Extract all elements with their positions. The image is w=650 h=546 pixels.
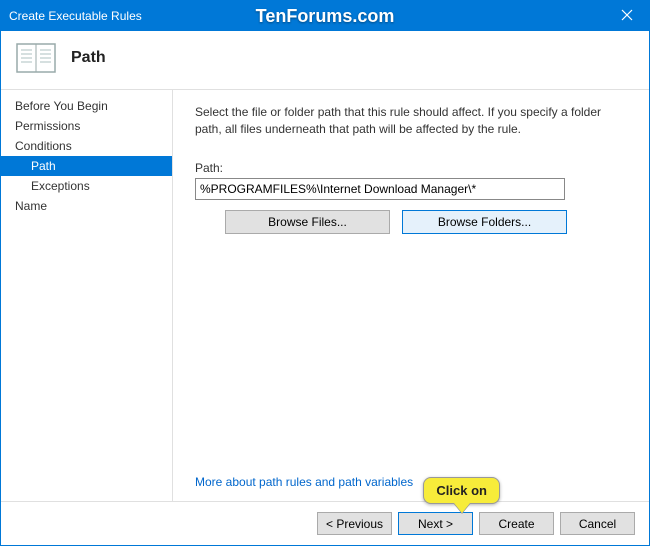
previous-button[interactable]: < Previous bbox=[317, 512, 392, 535]
dialog-window: TenForums.com Create Executable Rules bbox=[0, 0, 650, 546]
instruction-text: Select the file or folder path that this… bbox=[195, 104, 627, 139]
nav-before-you-begin[interactable]: Before You Begin bbox=[1, 96, 172, 116]
nav-name[interactable]: Name bbox=[1, 196, 172, 216]
sidebar: Before You Begin Permissions Conditions … bbox=[1, 90, 173, 501]
browse-files-button[interactable]: Browse Files... bbox=[225, 210, 390, 234]
create-button[interactable]: Create bbox=[479, 512, 554, 535]
path-label: Path: bbox=[195, 161, 627, 175]
page-title: Path bbox=[71, 49, 106, 67]
header: Path bbox=[1, 31, 649, 90]
nav-permissions[interactable]: Permissions bbox=[1, 116, 172, 136]
path-input[interactable] bbox=[195, 178, 565, 200]
content-pane: Select the file or folder path that this… bbox=[173, 90, 649, 501]
close-button[interactable] bbox=[604, 1, 649, 31]
nav-path[interactable]: Path bbox=[1, 156, 172, 176]
wizard-icon bbox=[15, 41, 57, 75]
help-link[interactable]: More about path rules and path variables bbox=[195, 475, 627, 489]
close-icon bbox=[621, 8, 633, 24]
browse-row: Browse Files... Browse Folders... bbox=[195, 210, 627, 234]
nav-exceptions[interactable]: Exceptions bbox=[1, 176, 172, 196]
annotation-callout: Click on bbox=[423, 477, 500, 504]
footer: < Previous Next > Create Cancel bbox=[1, 501, 649, 545]
next-button[interactable]: Next > bbox=[398, 512, 473, 535]
cancel-button[interactable]: Cancel bbox=[560, 512, 635, 535]
body: Before You Begin Permissions Conditions … bbox=[1, 90, 649, 501]
window-title: Create Executable Rules bbox=[9, 9, 142, 23]
nav-conditions[interactable]: Conditions bbox=[1, 136, 172, 156]
browse-folders-button[interactable]: Browse Folders... bbox=[402, 210, 567, 234]
titlebar: Create Executable Rules bbox=[1, 1, 649, 31]
